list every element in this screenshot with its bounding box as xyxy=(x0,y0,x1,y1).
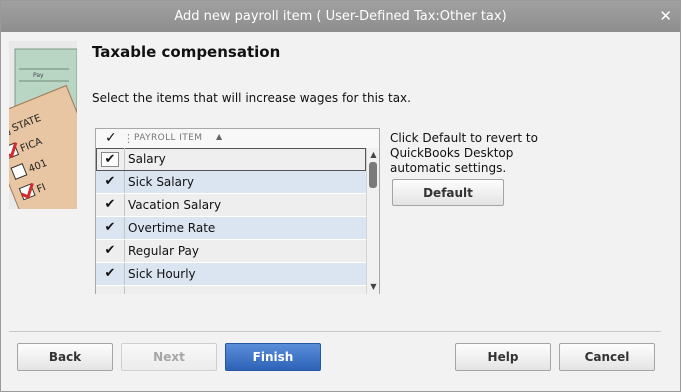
scrollbar-thumb[interactable] xyxy=(369,162,377,188)
sort-ascending-icon: ▲ xyxy=(216,132,223,141)
select-all-check-icon[interactable]: ✓ xyxy=(105,130,117,146)
payroll-item-name: Sick Hourly xyxy=(128,267,196,281)
page-title: Taxable compensation xyxy=(92,43,281,61)
checkmark-icon: ✔ xyxy=(104,197,116,212)
payroll-item-name: Overtime Rate xyxy=(128,221,216,235)
table-row[interactable]: ✔ Vacation Salary xyxy=(96,194,366,217)
vertical-scrollbar[interactable]: ▲ ▼ xyxy=(366,148,379,294)
checkmark-icon: ✔ xyxy=(101,152,119,167)
next-button[interactable]: Next xyxy=(121,343,217,371)
column-header-payroll-item[interactable]: PAYROLL ITEM xyxy=(134,133,202,143)
row-checkbox[interactable]: ✔ xyxy=(96,148,124,170)
footer-divider xyxy=(9,331,661,332)
finish-button[interactable]: Finish xyxy=(225,343,321,371)
row-checkbox[interactable]: ✔ xyxy=(96,194,124,216)
back-button[interactable]: Back xyxy=(17,343,113,371)
payroll-item-name: Regular Pay xyxy=(128,244,199,258)
payroll-item-dialog: Add new payroll item ( User-Defined Tax:… xyxy=(0,0,681,392)
row-checkbox[interactable]: ✔ xyxy=(96,263,124,285)
row-checkbox[interactable]: ✔ xyxy=(96,171,124,193)
payroll-items-grid: ✓ ⋮ PAYROLL ITEM ▲ ✔ Salary ✔ Sick Salar… xyxy=(95,128,380,294)
close-icon[interactable]: ✕ xyxy=(659,1,672,32)
checkmark-icon: ✔ xyxy=(104,266,116,281)
instruction-text: Select the items that will increase wage… xyxy=(92,91,411,105)
checkmark-icon: ✔ xyxy=(104,243,116,258)
pay-label: Pay xyxy=(33,72,44,79)
payroll-item-name: Sick Salary xyxy=(128,175,195,189)
row-checkbox[interactable]: ✔ xyxy=(96,217,124,239)
default-button[interactable]: Default xyxy=(392,179,504,206)
table-row[interactable]: ✔ Sick Salary xyxy=(96,171,366,194)
checkmark-icon: ✔ xyxy=(104,174,116,189)
table-row[interactable]: ✔ Regular Pay xyxy=(96,240,366,263)
column-resize-handle[interactable]: ⋮ xyxy=(123,132,134,145)
help-button[interactable]: Help xyxy=(455,343,551,371)
table-row[interactable]: ✔ Salary xyxy=(96,148,366,171)
grid-header: ✓ ⋮ PAYROLL ITEM ▲ xyxy=(96,129,379,148)
cancel-button[interactable]: Cancel xyxy=(559,343,655,371)
scroll-down-icon[interactable]: ▼ xyxy=(368,281,379,293)
table-row[interactable]: ✔ Overtime Rate xyxy=(96,217,366,240)
payroll-forms-illustration: Pay STATE FICA 401 FI xyxy=(9,41,77,209)
checkmark-icon: ✔ xyxy=(104,220,116,235)
payroll-item-name: Salary xyxy=(128,152,166,166)
row-checkbox[interactable]: ✔ xyxy=(96,240,124,262)
window-title: Add new payroll item ( User-Defined Tax:… xyxy=(174,9,507,24)
payroll-item-name: Vacation Salary xyxy=(128,198,222,212)
grid-rows: ✔ Salary ✔ Sick Salary ✔ Vacation Salary… xyxy=(96,148,366,294)
scroll-up-icon[interactable]: ▲ xyxy=(368,149,379,161)
table-row[interactable]: ✔ Sick Hourly xyxy=(96,263,366,286)
default-help-text: Click Default to revert to QuickBooks De… xyxy=(390,131,538,175)
title-bar: Add new payroll item ( User-Defined Tax:… xyxy=(1,1,680,32)
table-row-empty[interactable] xyxy=(96,286,366,294)
